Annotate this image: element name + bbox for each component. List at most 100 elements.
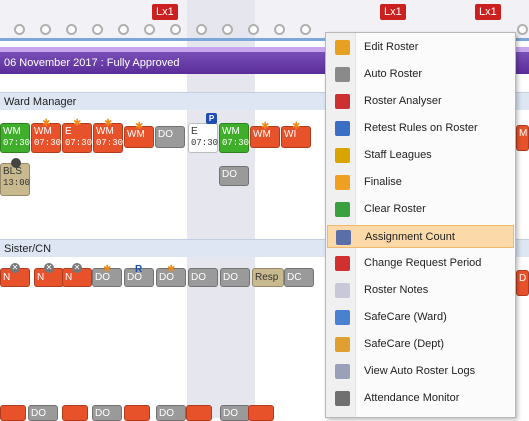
leave-badge[interactable]: Lx1 [152, 4, 178, 20]
menu-item-auto-roster[interactable]: Auto Roster [327, 63, 514, 86]
roster-context-menu: Edit Roster Auto Roster Roster Analyser Ret… [325, 32, 516, 418]
star-icon: ✱ [103, 264, 112, 275]
safecare-dept-icon [335, 337, 350, 352]
retest-rules-icon [335, 121, 350, 136]
shift-cell[interactable]: DO [92, 405, 122, 421]
shift-time: 07:30 [222, 138, 250, 148]
shift-cell[interactable]: ✕ N [34, 263, 64, 287]
shift-cell[interactable] [62, 405, 88, 421]
day-indicator-icon[interactable] [248, 24, 259, 35]
menu-item-assignment-count[interactable]: Assignment Count [327, 225, 514, 248]
menu-item-label: Roster Notes [364, 284, 429, 296]
shift-cell[interactable]: DO [28, 405, 58, 421]
shift-cell[interactable]: WM 07:30 [219, 123, 249, 153]
menu-item-label: Clear Roster [364, 203, 426, 215]
shift-cell[interactable]: ✕ N [0, 263, 30, 287]
day-indicator-icon[interactable] [40, 24, 51, 35]
shift-cell[interactable]: R DO [124, 264, 154, 287]
menu-item-retest-rules[interactable]: Retest Rules on Roster [327, 117, 514, 140]
shift-cell[interactable]: ✱ WM 07:30 [31, 118, 61, 153]
shift-cell[interactable] [248, 405, 274, 421]
shift-cell[interactable]: ✱ WI [281, 121, 311, 148]
menu-item-change-request[interactable]: Change Request Period [327, 252, 514, 275]
shift-cell[interactable]: DO [155, 126, 185, 148]
shift-cell[interactable]: DO [188, 268, 218, 287]
shift-code: N [3, 272, 11, 283]
star-icon: ✱ [167, 264, 176, 275]
shift-cell[interactable]: ✱ E 07:30 [62, 118, 93, 153]
safecare-ward-icon [335, 310, 350, 325]
shift-cell[interactable]: Resp [252, 268, 284, 287]
menu-item-staff-leagues[interactable]: Staff Leagues [327, 144, 514, 167]
menu-item-label: Roster Analyser [364, 95, 442, 107]
day-indicator-icon[interactable] [170, 24, 181, 35]
star-icon: ✱ [104, 118, 113, 129]
day-indicator-icon[interactable] [118, 24, 129, 35]
menu-item-safecare-dept[interactable]: SafeCare (Dept) [327, 333, 514, 356]
menu-item-clear-roster[interactable]: Clear Roster [327, 198, 514, 221]
graduation-cap-icon [11, 158, 21, 168]
shift-cell[interactable]: M [516, 125, 529, 151]
shift-cell[interactable]: DC [284, 268, 314, 287]
star-icon: ✱ [292, 121, 301, 132]
day-indicator-icon[interactable] [144, 24, 155, 35]
day-indicator-icon[interactable] [300, 24, 311, 35]
shift-cell[interactable] [124, 405, 150, 421]
shift-code: WM [222, 126, 240, 137]
date-status-text: 06 November 2017 : Fully Approved [4, 57, 180, 69]
shift-cell[interactable]: WM 07:30 [0, 123, 30, 153]
shift-time: 07:30 [65, 138, 93, 148]
menu-item-roster-notes[interactable]: Roster Notes [327, 279, 514, 302]
shift-code: Resp [255, 272, 279, 283]
menu-item-attendance-monitor[interactable]: Attendance Monitor [327, 387, 514, 410]
shift-cell[interactable]: DO [220, 268, 250, 287]
day-indicator-icon[interactable] [274, 24, 285, 35]
shift-code: DO [158, 129, 173, 140]
day-indicator-icon[interactable] [196, 24, 207, 35]
shift-cell[interactable]: ✱ DO [156, 264, 186, 287]
shift-code: N [37, 272, 45, 283]
leave-badge[interactable]: Lx1 [380, 4, 406, 20]
shift-cell[interactable]: ✱ WM 07:30 [93, 118, 123, 153]
shift-cell[interactable]: DO [219, 166, 249, 186]
day-indicator-icon[interactable] [517, 24, 528, 35]
shift-cell[interactable] [186, 405, 212, 421]
day-indicator-icon[interactable] [222, 24, 233, 35]
shift-code: DO [95, 408, 110, 419]
assignment-count-icon [336, 230, 351, 245]
star-icon: ✱ [261, 121, 270, 132]
shift-cell[interactable]: ✱ WM [250, 121, 280, 148]
menu-item-edit-roster[interactable]: Edit Roster [327, 36, 514, 59]
section-title: Sister/CN [4, 243, 52, 255]
menu-item-label: Staff Leagues [364, 149, 432, 161]
shift-cell[interactable]: ✕ N [62, 263, 92, 287]
menu-item-label: Finalise [364, 176, 402, 188]
menu-item-roster-analyser[interactable]: Roster Analyser [327, 90, 514, 113]
roster-analyser-icon [335, 94, 350, 109]
shift-code: DO [31, 408, 46, 419]
star-icon: ✱ [73, 118, 82, 129]
shift-code: N [65, 272, 73, 283]
shift-cell[interactable]: DO [220, 405, 250, 421]
shift-code: E [191, 126, 198, 137]
menu-item-label: Change Request Period [364, 257, 482, 269]
day-indicator-icon[interactable] [92, 24, 103, 35]
day-indicator-icon[interactable] [14, 24, 25, 35]
shift-cell[interactable] [0, 405, 26, 421]
p-badge-icon: P [206, 113, 217, 124]
shift-cell[interactable]: ✱ DO [92, 264, 122, 287]
auto-roster-icon [335, 67, 350, 82]
shift-cell[interactable]: BLS 13:00 [0, 158, 30, 196]
menu-item-auto-roster-logs[interactable]: View Auto Roster Logs [327, 360, 514, 383]
shift-cell[interactable]: DO [156, 405, 186, 421]
day-indicator-icon[interactable] [66, 24, 77, 35]
leave-badge[interactable]: Lx1 [475, 4, 501, 20]
menu-item-label: Auto Roster [364, 68, 423, 80]
menu-item-label: Edit Roster [364, 41, 419, 53]
shift-cell[interactable]: D [516, 270, 529, 296]
menu-item-safecare-ward[interactable]: SafeCare (Ward) [327, 306, 514, 329]
shift-cell[interactable]: ✱ WM [124, 121, 154, 148]
menu-item-finalise[interactable]: Finalise [327, 171, 514, 194]
r-badge-icon: R [135, 264, 143, 275]
shift-cell[interactable]: E 07:30 [188, 123, 218, 153]
